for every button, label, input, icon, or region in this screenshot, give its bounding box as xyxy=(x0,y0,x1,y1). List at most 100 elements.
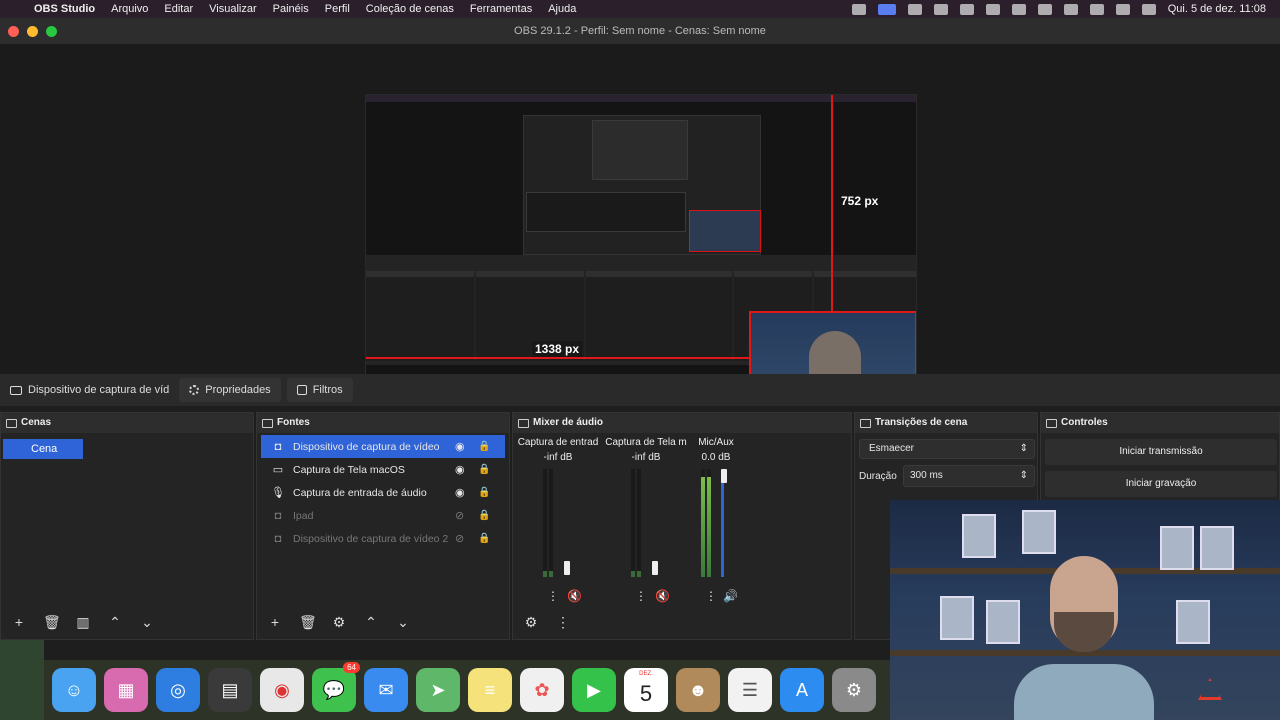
bluetooth-icon[interactable] xyxy=(959,3,974,15)
facetime-icon[interactable]: ▶ xyxy=(572,668,616,712)
control-center-icon[interactable] xyxy=(1115,3,1130,15)
play-icon[interactable] xyxy=(985,3,1000,15)
filter-icon xyxy=(296,385,307,395)
calendar-icon[interactable]: DEZ. 5 xyxy=(624,668,668,712)
move-scene-down-button[interactable]: ⌄ xyxy=(139,614,155,631)
launchpad-icon[interactable]: ▦ xyxy=(104,668,148,712)
volume-fader[interactable] xyxy=(564,561,570,575)
muted-speaker-icon[interactable]: 🔇 xyxy=(567,589,582,603)
lock-icon[interactable]: 🔒 xyxy=(478,510,490,521)
chrome-icon[interactable]: ◉ xyxy=(260,668,304,712)
maximize-window-icon[interactable] xyxy=(46,26,57,37)
transition-select[interactable]: Esmaecer ⇕ xyxy=(859,439,1035,459)
mixer-menu-button[interactable]: ⋮ xyxy=(555,614,571,631)
channel-menu-icon[interactable]: ⋮ xyxy=(635,589,647,603)
search-icon[interactable] xyxy=(1089,3,1104,15)
menu-ajuda[interactable]: Ajuda xyxy=(548,3,576,15)
menubar-datetime[interactable]: Qui. 5 de dez. 11:08 xyxy=(1168,3,1266,15)
visibility-eye-icon[interactable]: ◉ xyxy=(455,463,465,476)
minimize-window-icon[interactable] xyxy=(27,26,38,37)
menu-paineis[interactable]: Painéis xyxy=(273,3,309,15)
menu-colecao-cenas[interactable]: Coleção de cenas xyxy=(366,3,454,15)
close-window-icon[interactable] xyxy=(8,26,19,37)
volume-fader[interactable] xyxy=(652,561,658,575)
remove-source-button[interactable]: 🗑 xyxy=(299,614,317,631)
channel-menu-icon[interactable]: ⋮ xyxy=(705,589,717,603)
menu-perfil[interactable]: Perfil xyxy=(325,3,350,15)
source-properties-button[interactable]: ⚙ xyxy=(331,614,347,631)
move-source-up-button[interactable]: ⌃ xyxy=(363,614,379,631)
visibility-eye-icon[interactable]: ◉ xyxy=(455,486,465,499)
add-source-button[interactable]: + xyxy=(267,614,283,630)
scenes-toolbar: + 🗑 ▥ ⌃ ⌄ xyxy=(1,611,253,633)
pen-icon[interactable] xyxy=(907,3,922,15)
menu-visualizar[interactable]: Visualizar xyxy=(209,3,257,15)
move-source-down-button[interactable]: ⌄ xyxy=(395,614,411,631)
advanced-audio-button[interactable]: ⚙ xyxy=(523,614,539,631)
move-scene-up-button[interactable]: ⌃ xyxy=(107,614,123,631)
messages-icon[interactable]: 💬 64 xyxy=(312,662,360,712)
finder-icon[interactable]: ☺ xyxy=(52,668,96,712)
hidden-eye-icon[interactable]: ⊘ xyxy=(455,532,464,545)
speaker-icon[interactable]: 🔊 xyxy=(723,589,738,603)
chevron-updown-icon: ⇕ xyxy=(1019,443,1028,454)
muted-speaker-icon[interactable]: 🔇 xyxy=(655,589,670,603)
mixer-title: Mixer de áudio xyxy=(513,413,851,433)
maps-icon[interactable]: ➤ xyxy=(416,668,460,712)
photos-icon[interactable]: ✿ xyxy=(520,668,564,712)
channel-menu-icon[interactable]: ⋮ xyxy=(547,589,559,603)
source-item[interactable]: ◘ Ipad ⊘ 🔒 xyxy=(261,504,505,527)
window-titlebar: OBS 29.1.2 - Perfil: Sem nome - Cenas: S… xyxy=(0,18,1280,44)
start-streaming-button[interactable]: Iniciar transmissão xyxy=(1045,439,1277,465)
mixer-toolbar: ⚙ ⋮ xyxy=(513,611,851,633)
filters-button[interactable]: Filtros xyxy=(286,378,353,402)
menu-editar[interactable]: Editar xyxy=(164,3,193,15)
moon-icon[interactable] xyxy=(1011,3,1026,15)
start-recording-button[interactable]: Iniciar gravação xyxy=(1045,471,1277,497)
wall-frame xyxy=(1200,526,1234,570)
mail-icon[interactable]: ✉ xyxy=(364,668,408,712)
reminders-icon[interactable]: ☰ xyxy=(728,668,772,712)
lock-icon[interactable]: 🔒 xyxy=(478,464,490,475)
calculator-icon[interactable]: ▤ xyxy=(208,668,252,712)
preview-canvas[interactable]: 752 px 1338 px xyxy=(365,94,917,406)
screen-record-icon[interactable] xyxy=(877,3,896,15)
notes-icon[interactable]: ≡ xyxy=(468,668,512,712)
properties-button[interactable]: Propriedades xyxy=(179,378,281,402)
source-item[interactable]: ◘ Dispositivo de captura de vídeo 2 ⊘ 🔒 xyxy=(261,527,505,550)
volume-meter xyxy=(543,469,547,577)
battery-icon[interactable] xyxy=(1037,3,1052,15)
scene-item-cena[interactable]: Cena xyxy=(3,439,83,459)
system-settings-icon[interactable]: ⚙ xyxy=(832,668,876,712)
siri-icon[interactable] xyxy=(1141,3,1156,15)
volume-fader[interactable] xyxy=(721,469,727,483)
source-item[interactable]: ▭ Captura de Tela macOS ◉ 🔒 xyxy=(261,458,505,481)
source-item[interactable]: 🎙 Captura de entrada de áudio ◉ 🔒 xyxy=(261,481,505,504)
remove-scene-button[interactable]: 🗑 xyxy=(43,614,61,631)
lock-icon[interactable]: 🔒 xyxy=(478,487,490,498)
lock-icon[interactable]: 🔒 xyxy=(478,441,490,452)
scene-filters-button[interactable]: ▥ xyxy=(75,614,91,631)
menu-arquivo[interactable]: Arquivo xyxy=(111,3,148,15)
desktop-wallpaper xyxy=(0,640,44,720)
lock-icon[interactable]: 🔒 xyxy=(478,533,490,544)
source-item[interactable]: ◘ Dispositivo de captura de vídeo ◉ 🔒 xyxy=(261,435,505,458)
menu-ferramentas[interactable]: Ferramentas xyxy=(470,3,532,15)
filters-label: Filtros xyxy=(312,384,343,396)
status-icon[interactable] xyxy=(851,3,866,15)
app-store-icon[interactable]: A xyxy=(780,668,824,712)
camera-icon: ◘ xyxy=(274,509,282,522)
safari-icon[interactable]: ◎ xyxy=(156,668,200,712)
stepper-icon[interactable]: ⇕ xyxy=(1020,466,1028,486)
audio-icon[interactable] xyxy=(933,3,948,15)
monitor-icon: ▭ xyxy=(272,464,284,476)
add-scene-button[interactable]: + xyxy=(11,614,27,630)
source-label: Ipad xyxy=(293,509,314,522)
contacts-icon[interactable]: ☻ xyxy=(676,668,720,712)
visibility-eye-icon[interactable]: ◉ xyxy=(455,440,465,453)
wifi-icon[interactable] xyxy=(1063,3,1078,15)
duration-spinbox[interactable]: 300 ms ⇕ xyxy=(903,465,1035,487)
menu-obs-studio[interactable]: OBS Studio xyxy=(34,3,95,15)
microphone-icon: 🎙 xyxy=(271,487,285,499)
hidden-eye-icon[interactable]: ⊘ xyxy=(455,509,464,522)
